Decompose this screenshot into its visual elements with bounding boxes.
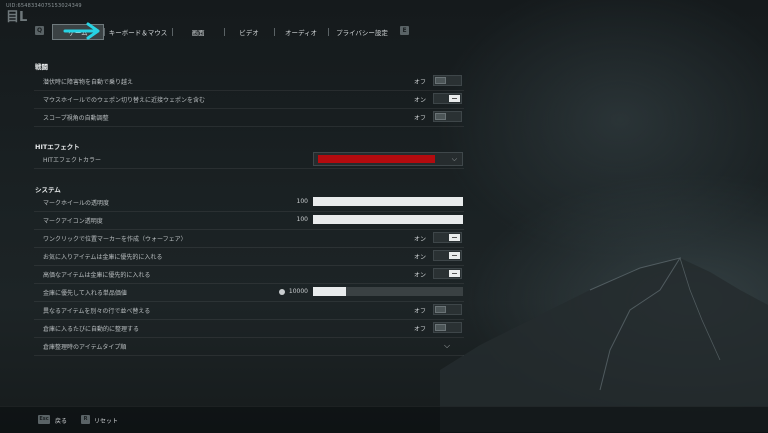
slider-fill bbox=[313, 215, 463, 224]
tab-keyboard-mouse[interactable]: キーボード＆マウス bbox=[104, 24, 172, 40]
slider-value: 100 bbox=[296, 216, 308, 223]
tab-privacy[interactable]: プライバシー設定 bbox=[328, 24, 396, 40]
setting-mark-icon-opacity[interactable]: マークアイコン透明度 100 bbox=[34, 212, 464, 230]
svg-text:目L: 目L bbox=[6, 10, 27, 23]
section-combat: 戦闘 bbox=[35, 63, 48, 71]
slider-fill bbox=[313, 287, 346, 296]
game-logo-icon: 目L bbox=[6, 10, 27, 23]
setting-label: マウスホイールでのウェポン切り替えに近接ウェポンを含む bbox=[43, 97, 206, 104]
setting-wheel-melee[interactable]: マウスホイールでのウェポン切り替えに近接ウェポンを含む オン bbox=[34, 91, 464, 109]
footer-bar: Esc 戻る R リセット bbox=[0, 406, 768, 433]
toggle-state: オン bbox=[413, 272, 426, 279]
chevron-down-icon: ⌵ bbox=[451, 155, 457, 163]
setting-valuable-to-stash[interactable]: 高価なアイテムは金庫に優先的に入れる オン bbox=[34, 266, 464, 284]
next-tab-key[interactable]: E bbox=[400, 26, 409, 35]
setting-fav-to-stash[interactable]: お気に入りアイテムは金庫に優先的に入れる オン bbox=[34, 248, 464, 266]
setting-hit-color[interactable]: HITエフェクトカラー ⌵ bbox=[34, 151, 464, 169]
toggle-state: オフ bbox=[413, 115, 426, 122]
setting-label: 倉庫整理時のアイテムタイプ順 bbox=[43, 344, 127, 351]
setting-stash-threshold[interactable]: 金庫に優先して入れる単品価値 10000 bbox=[34, 284, 464, 302]
color-swatch bbox=[318, 155, 435, 163]
slider-value: 10000 bbox=[288, 288, 308, 295]
setting-mark-wheel-opacity[interactable]: マークホイールの透明度 100 bbox=[34, 194, 464, 212]
fav-to-stash-toggle[interactable] bbox=[433, 250, 462, 261]
tab-video[interactable]: ビデオ bbox=[224, 24, 274, 40]
toggle-state: オン bbox=[413, 236, 426, 243]
setting-label: マークアイコン透明度 bbox=[43, 218, 103, 225]
setting-auto-vault[interactable]: 潜伏時に障害物を自動で乗り越え オフ bbox=[34, 73, 464, 91]
setting-label: マークホイールの透明度 bbox=[43, 200, 110, 207]
section-system: システム bbox=[35, 186, 61, 194]
chevron-down-icon[interactable]: ⌵ bbox=[444, 341, 450, 351]
setting-label: スコープ視角の自動調整 bbox=[43, 115, 109, 122]
stash-threshold-slider[interactable] bbox=[313, 287, 463, 296]
setting-label: お気に入りアイテムは金庫に優先的に入れる bbox=[43, 254, 163, 261]
prev-tab-key[interactable]: Q bbox=[35, 26, 44, 35]
setting-one-click-marker[interactable]: ワンクリックで位置マーカーを作成（ウォーフェア） オン bbox=[34, 230, 464, 248]
section-hit-effect: HITエフェクト bbox=[35, 143, 80, 151]
valuable-to-stash-toggle[interactable] bbox=[433, 268, 462, 279]
toggle-state: オフ bbox=[413, 79, 426, 86]
mark-wheel-opacity-slider[interactable] bbox=[313, 197, 463, 206]
back-button[interactable]: 戻る bbox=[55, 416, 67, 425]
setting-label: 潜伏時に障害物を自動で乗り越え bbox=[43, 79, 134, 86]
setting-sort-types[interactable]: 倉庫整理時のアイテムタイプ順 ⌵ bbox=[34, 338, 464, 356]
setting-sort-rows[interactable]: 異なるアイテムを別々の行で並べ替える オフ bbox=[34, 302, 464, 320]
cursor-arrow-icon bbox=[63, 22, 100, 40]
mark-icon-opacity-slider[interactable] bbox=[313, 215, 463, 224]
setting-label: 金庫に優先して入れる単品価値 bbox=[43, 290, 127, 297]
setting-label: 倉庫に入るたびに自動的に整理する bbox=[43, 326, 140, 333]
hit-color-dropdown[interactable]: ⌵ bbox=[313, 152, 463, 166]
setting-scope-fov[interactable]: スコープ視角の自動調整 オフ bbox=[34, 109, 464, 127]
toggle-state: オフ bbox=[413, 326, 426, 333]
scope-fov-toggle[interactable] bbox=[433, 111, 462, 122]
tab-display[interactable]: 画面 bbox=[172, 24, 224, 40]
reset-button[interactable]: リセット bbox=[94, 416, 118, 425]
toggle-state: オフ bbox=[413, 308, 426, 315]
toggle-state: オン bbox=[413, 254, 426, 261]
wheel-melee-toggle[interactable] bbox=[433, 93, 462, 104]
tab-audio[interactable]: オーディオ bbox=[274, 24, 328, 40]
slider-value: 100 bbox=[296, 198, 308, 205]
setting-label: 高価なアイテムは金庫に優先的に入れる bbox=[43, 272, 151, 279]
sort-rows-toggle[interactable] bbox=[433, 304, 462, 315]
back-key: Esc bbox=[38, 415, 50, 424]
mountain-backdrop bbox=[440, 257, 768, 432]
setting-label: ワンクリックで位置マーカーを作成（ウォーフェア） bbox=[43, 236, 187, 243]
setting-auto-sort[interactable]: 倉庫に入るたびに自動的に整理する オフ bbox=[34, 320, 464, 338]
one-click-marker-toggle[interactable] bbox=[433, 232, 462, 243]
slider-fill bbox=[313, 197, 463, 206]
toggle-state: オン bbox=[413, 97, 426, 104]
setting-label: 異なるアイテムを別々の行で並べ替える bbox=[43, 308, 151, 315]
setting-label: HITエフェクトカラー bbox=[43, 157, 101, 164]
reset-key: R bbox=[81, 415, 90, 424]
auto-sort-toggle[interactable] bbox=[433, 322, 462, 333]
auto-vault-toggle[interactable] bbox=[433, 75, 462, 86]
